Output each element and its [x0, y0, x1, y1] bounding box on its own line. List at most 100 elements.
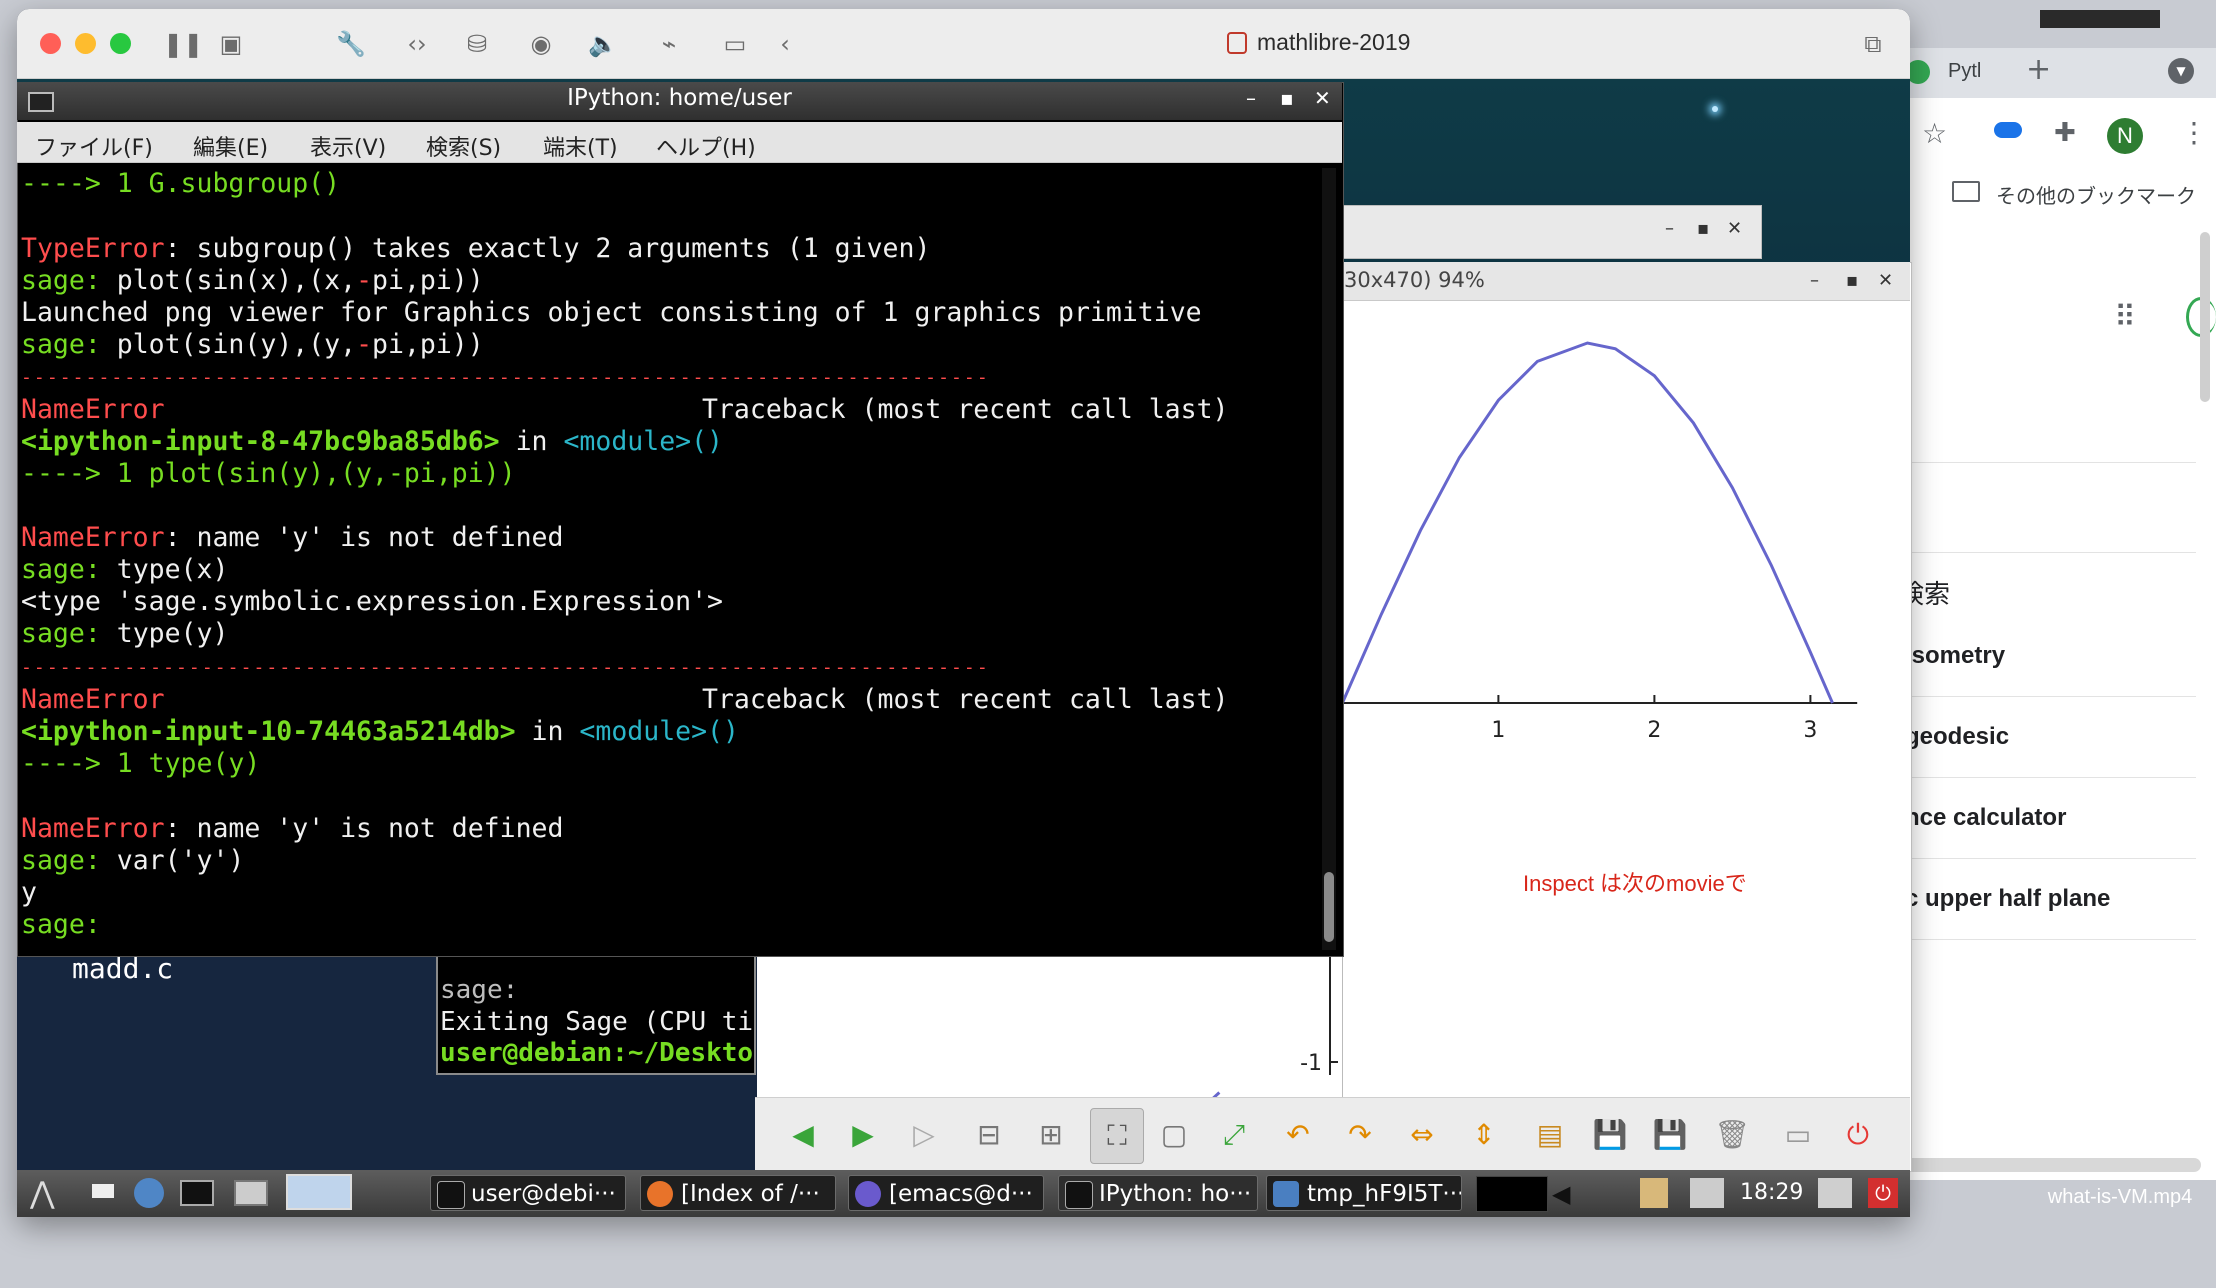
maximize-icon[interactable]: ▪	[1280, 86, 1294, 110]
fullscreen-icon[interactable]: ⧉	[1857, 29, 1889, 59]
minimize-icon[interactable]: –	[1246, 86, 1256, 110]
rotate-right-icon[interactable]: ↷	[1340, 1115, 1380, 1155]
network-icon[interactable]	[1690, 1178, 1724, 1208]
search-suggestion[interactable]: nce calculator	[1905, 804, 2205, 832]
usb-icon[interactable]: ⌁	[653, 29, 685, 59]
taskbar-clock[interactable]: 18:29	[1740, 1180, 1803, 1205]
menu-edit[interactable]: 編集(E)	[193, 130, 268, 162]
close-button[interactable]	[40, 33, 61, 54]
actual-size-icon[interactable]: ▢	[1154, 1115, 1194, 1155]
back-chevron-icon[interactable]: ‹	[769, 29, 801, 59]
sine-curve	[1341, 341, 1834, 704]
profile-avatar[interactable]: N	[2107, 118, 2143, 154]
bookmark-star-icon[interactable]: ☆	[1922, 117, 1947, 150]
show-desktop-icon[interactable]	[92, 1184, 114, 1198]
settings-wrench-icon[interactable]: 🔧	[335, 29, 367, 59]
extensions-puzzle-icon[interactable]: ✚	[2054, 118, 2076, 148]
menu-file[interactable]: ファイル(F)	[35, 130, 153, 162]
menu-terminal[interactable]: 端末(T)	[543, 130, 618, 162]
taskbar-item-label: tmp_hF9I5T···	[1307, 1181, 1462, 1207]
hidden-window-titlebar: – ▪ ✕	[1342, 205, 1762, 259]
search-suggestion[interactable]: geodesic	[1905, 723, 2205, 751]
image-viewer-icon	[1273, 1181, 1299, 1207]
menu-search[interactable]: 検索(S)	[426, 130, 501, 162]
browser-launcher-icon[interactable]	[134, 1178, 164, 1208]
drive-icon[interactable]: ⛁	[461, 29, 493, 59]
menu-help[interactable]: ヘルプ(H)	[656, 130, 756, 162]
chrome-tab-label[interactable]: Pytl	[1948, 60, 1981, 83]
divider	[1891, 462, 2196, 463]
zoom-in-icon[interactable]: ⊞	[1031, 1115, 1071, 1155]
workspace-pager-icon[interactable]	[286, 1174, 352, 1210]
cloud-extension-icon[interactable]	[1994, 122, 2022, 138]
save-icon[interactable]: 💾	[1590, 1115, 1630, 1155]
terminal-scroll-thumb[interactable]	[1324, 872, 1334, 942]
start-menu-icon[interactable]: ⋀	[30, 1176, 55, 1211]
minimize-icon[interactable]: –	[1810, 270, 1819, 291]
camera-icon[interactable]: ◉	[525, 29, 557, 59]
divider	[1891, 696, 2196, 697]
host-file-label[interactable]: what-is-VM.mp4	[2030, 1186, 2210, 1209]
save-as-icon[interactable]: 💾	[1650, 1115, 1690, 1155]
flip-horizontal-icon[interactable]: ⇔	[1402, 1115, 1442, 1155]
properties-icon[interactable]: ▭	[1778, 1115, 1818, 1155]
menu-view[interactable]: 表示(V)	[310, 130, 386, 162]
cpu-monitor	[1476, 1176, 1548, 1212]
terminal-line: NameError: name 'y' is not defined	[21, 522, 564, 553]
zoom-button[interactable]	[110, 33, 131, 54]
tab-search-icon[interactable]: ▼	[2168, 58, 2194, 84]
open-file-icon[interactable]: ▤	[1530, 1115, 1570, 1155]
code-arrows-icon[interactable]: ‹›	[401, 29, 433, 59]
other-bookmarks-label[interactable]: その他のブックマーク	[1996, 180, 2196, 209]
chrome-scrollbar[interactable]	[2200, 232, 2210, 402]
new-tab-button[interactable]: +	[2026, 52, 2051, 87]
flip-vertical-icon[interactable]: ⇕	[1464, 1115, 1504, 1155]
terminal-line: Launched png viewer for Graphics object …	[21, 297, 1202, 328]
maximize-icon[interactable]: ▪	[1846, 270, 1858, 291]
fullscreen-icon[interactable]: ⤢	[1214, 1115, 1254, 1155]
x-tick-label: 2	[1647, 718, 1661, 743]
pause-icon[interactable]: ❚❚	[163, 29, 203, 59]
window-switcher-icon[interactable]	[234, 1180, 268, 1206]
play-icon[interactable]: ▷	[904, 1115, 944, 1155]
taskbar-item[interactable]: [emacs@d···	[848, 1175, 1044, 1211]
next-icon[interactable]: ▶	[843, 1115, 883, 1155]
terminal-scrollbar[interactable]	[1322, 168, 1336, 950]
inspect-note: Inspect は次のmovieで	[1523, 871, 1747, 896]
close-icon[interactable]: ✕	[1314, 86, 1331, 110]
fit-window-icon[interactable]: ⛶	[1090, 1108, 1144, 1164]
zoom-out-icon[interactable]: ⊟	[969, 1115, 1009, 1155]
minimize-icon[interactable]: –	[1665, 218, 1674, 239]
chrome-menu-icon[interactable]: ⋮	[2180, 116, 2208, 149]
taskbar-item[interactable]: [Index of /···	[640, 1175, 836, 1211]
taskbar-item[interactable]: tmp_hF9I5T···	[1266, 1175, 1462, 1211]
shared-folder-icon[interactable]: ▭	[719, 29, 751, 59]
close-icon[interactable]: ✕	[1727, 218, 1742, 239]
quit-icon[interactable]: ⏻	[1838, 1115, 1878, 1155]
volume-arrow-icon[interactable]: ◀	[1552, 1180, 1570, 1208]
taskbar-item-active[interactable]: IPython: ho···	[1058, 1175, 1258, 1211]
apps-grid-icon[interactable]: ⠿	[2114, 300, 2136, 335]
close-icon[interactable]: ✕	[1878, 270, 1893, 291]
taskbar-item-label: [emacs@d···	[889, 1181, 1033, 1207]
taskbar-item[interactable]: user@debi···	[430, 1175, 626, 1211]
search-suggestion[interactable]: c upper half plane	[1905, 885, 2205, 913]
maximize-icon[interactable]: ▪	[1697, 218, 1709, 239]
speaker-icon[interactable]: 🔈	[587, 29, 619, 59]
rotate-left-icon[interactable]: ↶	[1278, 1115, 1318, 1155]
terminal-launcher-icon[interactable]	[180, 1180, 214, 1206]
power-icon[interactable]: ⏻	[1868, 1178, 1898, 1208]
search-suggestion[interactable]: isometry	[1905, 642, 2205, 670]
snapshot-icon[interactable]: ▣	[215, 29, 247, 59]
clipboard-icon[interactable]	[1640, 1178, 1668, 1208]
divider	[1891, 858, 2196, 859]
chrome-page	[1891, 220, 2216, 1180]
terminal-line: sage: plot(sin(x),(x,-pi,pi))	[21, 265, 484, 296]
terminal-prompt[interactable]: sage:	[21, 909, 101, 941]
delete-icon[interactable]: 🗑	[1712, 1115, 1752, 1155]
keyboard-icon[interactable]	[1818, 1178, 1852, 1208]
chrome-horizontal-scrollbar[interactable]	[1891, 1158, 2201, 1172]
prev-icon[interactable]: ◀	[783, 1115, 823, 1155]
wallpaper-star	[1712, 106, 1718, 112]
minimize-button[interactable]	[75, 33, 96, 54]
